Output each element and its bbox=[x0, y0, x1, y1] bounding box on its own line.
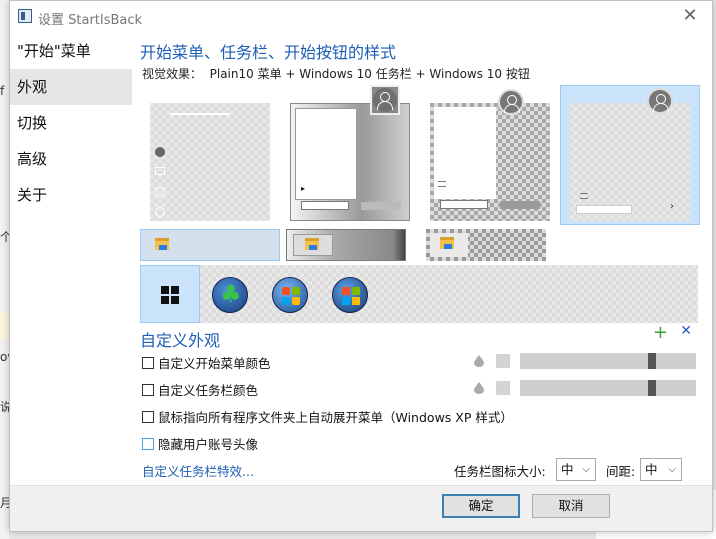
remove-icon[interactable]: ✕ bbox=[680, 323, 692, 339]
background-strip bbox=[0, 312, 9, 340]
button-option-windows10[interactable] bbox=[140, 265, 200, 323]
icon-size-select[interactable]: 中 ⌵ bbox=[556, 458, 596, 481]
background-app-edge: f 个 ov 说 月 bbox=[0, 0, 9, 539]
opacity-drop-icon bbox=[474, 382, 484, 394]
windows-logo-icon bbox=[161, 286, 179, 304]
settings-icon bbox=[155, 187, 165, 197]
taskbar-option-windows8[interactable] bbox=[426, 229, 546, 261]
checkbox-label: 自定义开始菜单颜色 bbox=[158, 356, 271, 371]
search-box-preview bbox=[576, 205, 632, 214]
title-bar: 设置 StartIsBack ✕ bbox=[10, 1, 712, 33]
window-title: 设置 StartIsBack bbox=[38, 13, 143, 28]
style-option-plain10[interactable]: › bbox=[560, 85, 700, 225]
ok-button[interactable]: 确定 bbox=[442, 494, 520, 518]
sidebar-item-appearance[interactable]: 外观 bbox=[10, 69, 132, 105]
style-option-plain[interactable] bbox=[140, 85, 280, 225]
start-button-styles bbox=[140, 265, 698, 323]
visual-effect-text: 视觉效果： Plain10 菜单 + Windows 10 任务栏 + Wind… bbox=[142, 67, 530, 81]
folder-icon bbox=[440, 237, 454, 249]
list-icon bbox=[438, 181, 446, 187]
cancel-button[interactable]: 取消 bbox=[532, 494, 610, 518]
user-icon bbox=[155, 147, 165, 157]
settings-dialog: 设置 StartIsBack ✕ "开始"菜单 外观 切换 高级 关于 开始菜单… bbox=[9, 0, 713, 532]
select-value: 中 bbox=[561, 462, 574, 477]
style-preview bbox=[430, 103, 550, 221]
sidebar-item-advanced[interactable]: 高级 bbox=[10, 141, 132, 177]
custom-start-color-checkbox[interactable]: 自定义开始菜单颜色 bbox=[142, 353, 271, 372]
app-icon bbox=[18, 9, 32, 23]
opacity-drop-icon bbox=[474, 355, 484, 367]
start-opacity-slider[interactable] bbox=[520, 353, 696, 369]
user-picture-frame bbox=[370, 85, 400, 115]
style-option-windows8[interactable] bbox=[420, 85, 560, 225]
dialog-footer: 确定 取消 bbox=[10, 485, 712, 531]
main-panel: 开始菜单、任务栏、开始按钮的样式 视觉效果： Plain10 菜单 + Wind… bbox=[132, 33, 712, 485]
checkbox-box[interactable] bbox=[142, 356, 154, 369]
start-color-swatch[interactable] bbox=[496, 354, 510, 368]
background-fragment: f bbox=[0, 84, 5, 98]
style-preview bbox=[150, 103, 270, 221]
close-button[interactable]: ✕ bbox=[676, 5, 704, 29]
start-color-controls bbox=[474, 352, 706, 370]
start-menu-styles: ▸ › bbox=[140, 85, 700, 225]
custom-taskbar-color-checkbox[interactable]: 自定义任务栏颜色 bbox=[142, 380, 258, 399]
documents-icon bbox=[155, 167, 165, 175]
checkbox-box[interactable] bbox=[142, 410, 154, 423]
checkbox-box[interactable] bbox=[142, 383, 154, 396]
search-box-preview bbox=[301, 201, 349, 210]
checkbox-label: 鼠标指向所有程序文件夹上自动展开菜单（Windows XP 样式） bbox=[158, 410, 513, 425]
add-icon[interactable]: + bbox=[653, 322, 668, 343]
style-preview: › bbox=[570, 103, 690, 221]
spacing-label: 间距: bbox=[606, 464, 636, 479]
background-fragment: 个 bbox=[0, 230, 9, 244]
button-option-clover[interactable] bbox=[212, 277, 248, 313]
select-value: 中 bbox=[645, 462, 658, 477]
custom-taskbar-effects-link[interactable]: 自定义任务栏特效... bbox=[142, 461, 254, 480]
sidebar-item-about[interactable]: 关于 bbox=[10, 177, 132, 213]
sidebar: "开始"菜单 外观 切换 高级 关于 bbox=[10, 33, 132, 531]
slider-thumb[interactable] bbox=[648, 353, 656, 369]
customize-heading: 自定义外观 bbox=[140, 331, 221, 350]
background-fragment: 月 bbox=[0, 496, 9, 510]
windows-flag-icon bbox=[342, 287, 360, 305]
background-fragment: ov bbox=[0, 350, 9, 364]
chevron-down-icon: ⌵ bbox=[582, 464, 590, 475]
slider-thumb[interactable] bbox=[648, 380, 656, 396]
windows-flag-icon bbox=[282, 287, 300, 305]
avatar-icon bbox=[498, 89, 524, 115]
style-option-windows7[interactable]: ▸ bbox=[280, 85, 420, 225]
xp-style-expand-checkbox[interactable]: 鼠标指向所有程序文件夹上自动展开菜单（Windows XP 样式） bbox=[142, 407, 513, 426]
taskbar-option-windows7[interactable] bbox=[286, 229, 406, 261]
folder-icon bbox=[155, 238, 169, 250]
taskbar-opacity-slider[interactable] bbox=[520, 380, 696, 396]
style-preview: ▸ bbox=[290, 103, 410, 221]
power-icon bbox=[155, 207, 165, 217]
chevron-down-icon: ⌵ bbox=[668, 464, 676, 475]
folder-icon bbox=[305, 238, 319, 250]
avatar-icon bbox=[647, 88, 673, 114]
search-box-preview bbox=[440, 200, 488, 209]
spacing-select[interactable]: 中 ⌵ bbox=[640, 458, 682, 481]
button-option-windows7-orb[interactable] bbox=[272, 277, 308, 313]
avatar-icon bbox=[373, 88, 397, 112]
hide-avatar-checkbox[interactable]: 隐藏用户账号头像 bbox=[142, 434, 258, 453]
button-option-vista-orb[interactable] bbox=[332, 277, 368, 313]
sidebar-item-start-menu[interactable]: "开始"菜单 bbox=[10, 33, 132, 69]
list-icon bbox=[580, 193, 588, 199]
styles-heading: 开始菜单、任务栏、开始按钮的样式 bbox=[140, 43, 397, 62]
checkbox-label: 隐藏用户账号头像 bbox=[158, 437, 259, 452]
sidebar-item-switch[interactable]: 切换 bbox=[10, 105, 132, 141]
background-fragment: 说 bbox=[0, 400, 9, 414]
taskbar-option-windows10[interactable] bbox=[140, 229, 280, 261]
taskbar-color-swatch[interactable] bbox=[496, 381, 510, 395]
taskbar-color-controls bbox=[474, 379, 706, 397]
checkbox-box[interactable] bbox=[142, 437, 154, 450]
checkbox-label: 自定义任务栏颜色 bbox=[158, 383, 259, 398]
icon-size-label: 任务栏图标大小: bbox=[454, 464, 546, 479]
taskbar-styles bbox=[140, 229, 700, 261]
